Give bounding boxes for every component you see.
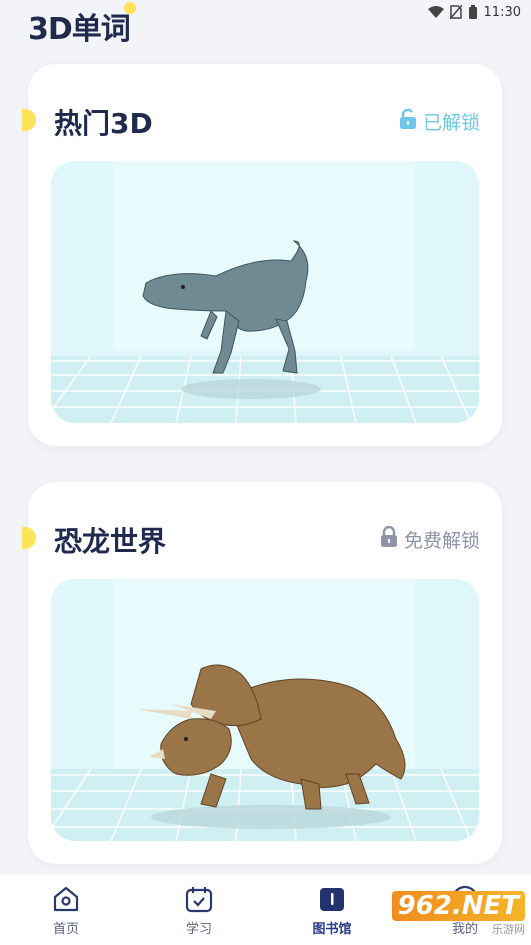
calendar-check-icon [159, 884, 239, 914]
wifi-icon [427, 6, 444, 18]
tab-label: 首页 [52, 922, 79, 937]
t-rex-image[interactable] [51, 161, 479, 423]
tab-library[interactable]: 图书馆 [292, 884, 372, 937]
free-unlock-label: 免费解锁 [403, 530, 480, 552]
unlock-status-label: 已解锁 [422, 112, 480, 134]
bottom-tab-bar: 首页 学习 图书馆 我的 962.NET 乐游网 [0, 873, 531, 945]
home-icon [26, 884, 106, 914]
tab-study[interactable]: 学习 [159, 884, 239, 937]
site-watermark: 962.NET 乐游网 [391, 891, 525, 937]
card-accent-marker [22, 109, 36, 131]
book-card-dinosaur-world[interactable]: 恐龙世界 免费解锁 [22, 482, 502, 864]
lock-icon [380, 525, 398, 553]
watermark-logo: 962.NET [391, 891, 525, 921]
triceratops-image[interactable] [51, 579, 479, 841]
card-title: 热门3D [54, 107, 153, 140]
tab-label: 学习 [185, 922, 212, 937]
watermark-sub: 乐游网 [492, 923, 525, 936]
free-unlock-button[interactable]: 免费解锁 [380, 525, 480, 553]
status-bar: 11:30 [427, 0, 521, 24]
page-title: 3D单词 [28, 12, 131, 47]
unlocked-lock-icon [399, 108, 417, 135]
book-card-hot-3d[interactable]: 热门3D 已解锁 [22, 64, 502, 446]
unlock-status[interactable]: 已解锁 [399, 108, 480, 135]
battery-icon [468, 4, 478, 20]
card-title: 恐龙世界 [54, 525, 167, 558]
book-icon [292, 884, 372, 914]
status-time: 11:30 [483, 4, 521, 20]
no-sim-icon [449, 5, 462, 19]
card-accent-marker [22, 527, 36, 549]
tab-label: 图书馆 [312, 922, 352, 937]
tab-home[interactable]: 首页 [26, 884, 106, 937]
